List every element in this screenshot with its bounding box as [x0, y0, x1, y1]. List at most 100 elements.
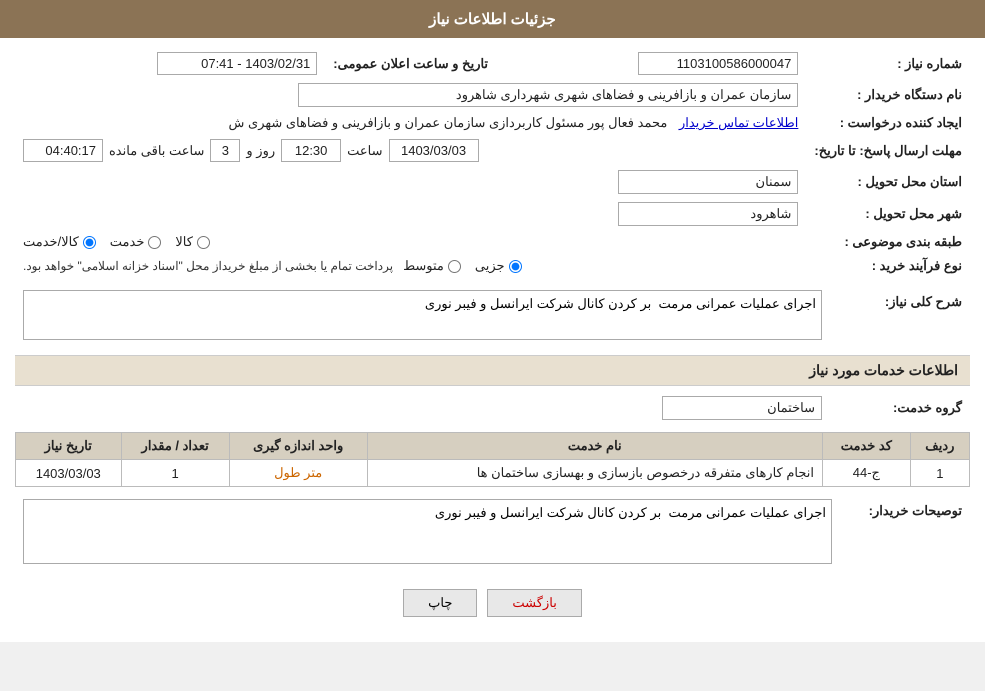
col-nam: نام خدمت — [367, 433, 822, 460]
mohlat-row: 04:40:17 ساعت باقی مانده 3 روز و 12:30 س… — [15, 135, 806, 166]
tabaghe-khedmat-label: خدمت — [110, 234, 145, 250]
services-table: ردیف کد خدمت نام خدمت واحد اندازه گیری ت… — [15, 432, 970, 487]
tabaghe-options: کالا/خدمت خدمت کالا — [15, 230, 806, 254]
page-title: جزئیات اطلاعات نیاز — [429, 11, 556, 28]
tosihKharidar-textarea[interactable] — [23, 499, 832, 564]
row-tosihKharidar: توصیحات خریدار: — [15, 495, 970, 571]
row-namDastgah: نام دستگاه خریدار : سازمان عمران و بازاف… — [15, 79, 970, 111]
tarikhoSaat-label: تاریخ و ساعت اعلان عمومی: — [325, 48, 496, 79]
groheKhedmat-box: ساختمان — [662, 396, 822, 420]
shahr-label: شهر محل تحویل : — [806, 198, 970, 230]
mohlat-saat-label: ساعت — [347, 143, 382, 159]
shahr-value: شاهرود — [15, 198, 806, 230]
namDastgah-value: سازمان عمران و بازافرینی و فضاهای شهری ش… — [15, 79, 806, 111]
sharhKoli-textarea[interactable] — [23, 290, 822, 340]
mohlat-saat-box: 12:30 — [281, 139, 341, 162]
mohlat-maande-box: 04:40:17 — [23, 139, 103, 162]
tabaghe-kala: کالا — [175, 234, 210, 250]
col-tarikh: تاریخ نیاز — [16, 433, 122, 460]
mohlat-roz-box: 3 — [210, 139, 240, 162]
mohlat-roz-label: روز و — [246, 143, 275, 159]
noeFarayand-jozi-radio[interactable] — [509, 260, 522, 273]
noeFarayand-jozi: جزیی — [475, 258, 522, 274]
row-tabaghe: طبقه بندی موضوعی : کالا/خدمت خدمت کالا — [15, 230, 970, 254]
cell-tarikh: 1403/03/03 — [16, 460, 122, 487]
noeFarayand-jozi-label: جزیی — [475, 258, 505, 274]
row-mohlat: مهلت ارسال پاسخ: تا تاریخ: 04:40:17 ساعت… — [15, 135, 970, 166]
col-tedad: تعداد / مقدار — [121, 433, 229, 460]
shahr-box: شاهرود — [618, 202, 798, 226]
cell-radif: 1 — [910, 460, 969, 487]
ijadKonande-label: ایجاد کننده درخواست : — [806, 111, 970, 135]
namDastgah-label: نام دستگاه خریدار : — [806, 79, 970, 111]
cell-nam: انجام کارهای متفرقه درخصوص بازسازی و بهس… — [367, 460, 822, 487]
row-sharhKoli: شرح کلی نیاز: — [15, 286, 970, 347]
print-button[interactable]: چاپ — [403, 589, 477, 617]
ostan-label: استان محل تحویل : — [806, 166, 970, 198]
tarikhoSaat-value: 1403/02/31 - 07:41 — [15, 48, 325, 79]
cell-tedad: 1 — [121, 460, 229, 487]
tabaghe-kala-khedmat-radio[interactable] — [83, 236, 96, 249]
col-kod: کد خدمت — [822, 433, 910, 460]
khadamat-section-title: اطلاعات خدمات مورد نیاز — [15, 355, 970, 386]
sharhKoli-label: شرح کلی نیاز: — [830, 286, 970, 347]
tabaghe-khedmat: خدمت — [110, 234, 162, 250]
tabaghe-radio-group: کالا/خدمت خدمت کالا — [23, 234, 798, 250]
tabaghe-kala-khedmat: کالا/خدمت — [23, 234, 96, 250]
mohlat-label: مهلت ارسال پاسخ: تا تاریخ: — [806, 135, 970, 166]
row-groheKhedmat: گروه خدمت: ساختمان — [15, 392, 970, 424]
page-header: جزئیات اطلاعات نیاز — [0, 0, 985, 38]
col-vahed: واحد اندازه گیری — [229, 433, 367, 460]
tabaghe-khedmat-radio[interactable] — [148, 236, 161, 249]
tabaghe-kala-khedmat-label: کالا/خدمت — [23, 234, 79, 250]
noeFarayand-motevaset: متوسط — [403, 258, 461, 274]
back-button[interactable]: بازگشت — [487, 589, 581, 617]
mohlat-date-box: 1403/03/03 — [389, 139, 479, 162]
noeFarayand-label: نوع فرآیند خرید : — [806, 254, 970, 278]
noeFarayand-motevaset-label: متوسط — [403, 258, 444, 274]
cell-kod: ج-44 — [822, 460, 910, 487]
row-ostan: استان محل تحویل : سمنان — [15, 166, 970, 198]
row-shahr: شهر محل تحویل : شاهرود — [15, 198, 970, 230]
services-table-head: ردیف کد خدمت نام خدمت واحد اندازه گیری ت… — [16, 433, 970, 460]
tabaghe-kala-label: کالا — [175, 234, 193, 250]
tabaghe-kala-radio[interactable] — [197, 236, 210, 249]
groheKhedmat-table: گروه خدمت: ساختمان — [15, 392, 970, 424]
ijadKonande-text: محمد فعال پور مسئول کاربردازی سازمان عمر… — [229, 115, 668, 130]
groheKhedmat-label: گروه خدمت: — [830, 392, 970, 424]
cell-vahed: متر طول — [229, 460, 367, 487]
sharhKoli-value — [15, 286, 830, 347]
ijadKonande-value: اطلاعات تماس خریدار محمد فعال پور مسئول … — [15, 111, 806, 135]
noeFarayand-flex: پرداخت تمام یا بخشی از مبلغ خریداز محل "… — [23, 258, 798, 274]
sharh-table: شرح کلی نیاز: — [15, 286, 970, 347]
ostan-box: سمنان — [618, 170, 798, 194]
noeFarayand-motevaset-radio[interactable] — [448, 260, 461, 273]
page-container: جزئیات اطلاعات نیاز شماره نیاز : 1103100… — [0, 0, 985, 642]
info-table: شماره نیاز : 1103100586000047 تاریخ و سا… — [15, 48, 970, 278]
button-bar: چاپ بازگشت — [15, 579, 970, 632]
shomareNiaz-box: 1103100586000047 — [638, 52, 798, 75]
tosih-table: توصیحات خریدار: — [15, 495, 970, 571]
namDastgah-box: سازمان عمران و بازافرینی و فضاهای شهری ش… — [298, 83, 798, 107]
col-radif: ردیف — [910, 433, 969, 460]
services-table-body: 1 ج-44 انجام کارهای متفرقه درخصوص بازساز… — [16, 460, 970, 487]
noeFarayand-value: پرداخت تمام یا بخشی از مبلغ خریداز محل "… — [15, 254, 806, 278]
groheKhedmat-value: ساختمان — [15, 392, 830, 424]
tarikhoSaat-box: 1403/02/31 - 07:41 — [157, 52, 317, 75]
shomareNiaz-value: 1103100586000047 — [496, 48, 806, 79]
row-ijadKonande: ایجاد کننده درخواست : اطلاعات تماس خریدا… — [15, 111, 970, 135]
shomareNiaz-label: شماره نیاز : — [806, 48, 970, 79]
mohlat-maande-label: ساعت باقی مانده — [109, 143, 204, 159]
ijadKonande-link[interactable]: اطلاعات تماس خریدار — [679, 115, 798, 130]
tosihKharidar-value — [15, 495, 840, 571]
services-header-row: ردیف کد خدمت نام خدمت واحد اندازه گیری ت… — [16, 433, 970, 460]
row-noeFarayand: نوع فرآیند خرید : پرداخت تمام یا بخشی از… — [15, 254, 970, 278]
tosihKharidar-label: توصیحات خریدار: — [840, 495, 970, 571]
tabaghe-label: طبقه بندی موضوعی : — [806, 230, 970, 254]
table-row: 1 ج-44 انجام کارهای متفرقه درخصوص بازساز… — [16, 460, 970, 487]
noeFarayand-radio-group: متوسط جزیی — [403, 258, 522, 274]
mohlat-flex: 04:40:17 ساعت باقی مانده 3 روز و 12:30 س… — [23, 139, 798, 162]
ostan-value: سمنان — [15, 166, 806, 198]
noeFarayand-note: پرداخت تمام یا بخشی از مبلغ خریداز محل "… — [23, 259, 393, 273]
row-shomareNiaz: شماره نیاز : 1103100586000047 تاریخ و سا… — [15, 48, 970, 79]
